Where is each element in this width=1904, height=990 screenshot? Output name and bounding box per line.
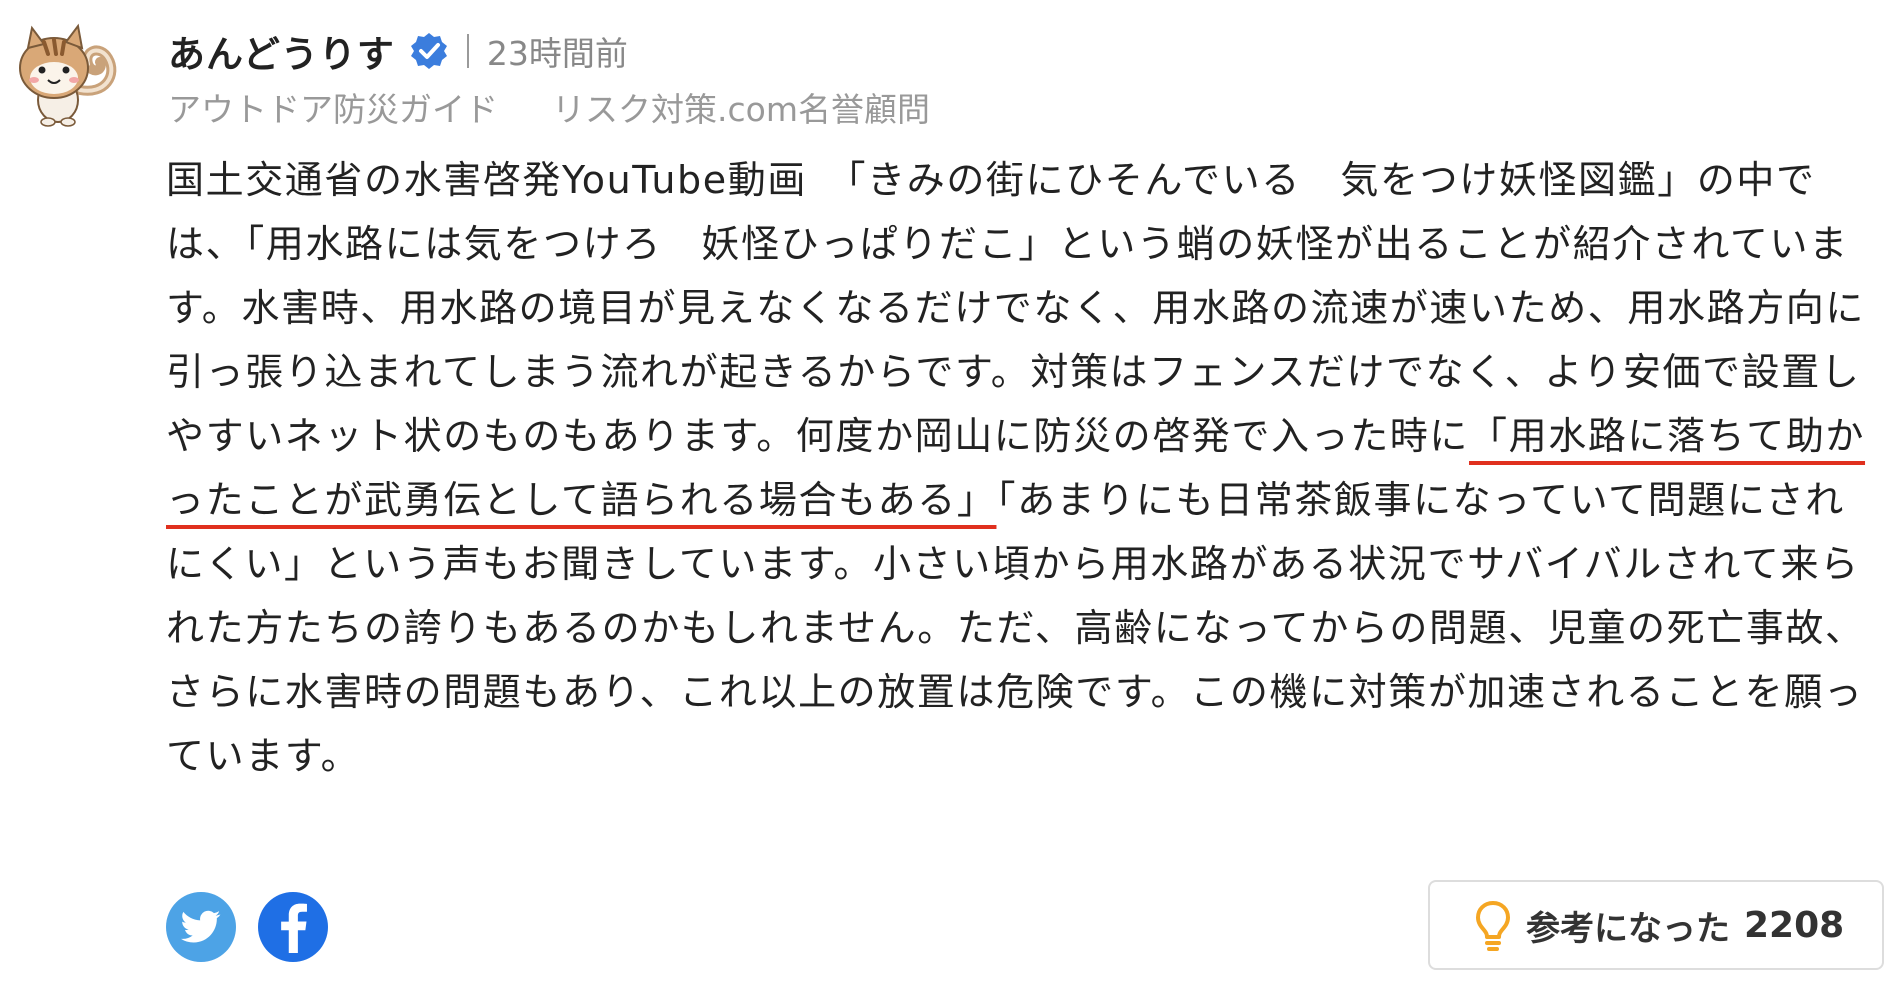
twitter-share-button[interactable]	[166, 892, 236, 962]
comment-text-part-1: 国土交通省の水害啓発YouTube動画 「きみの街にひそんでいる 気をつけ妖怪図…	[166, 158, 1866, 458]
squirrel-avatar-icon	[19, 23, 117, 127]
author-title-1: アウトドア防災ガイド	[168, 90, 498, 129]
verified-badge-icon	[409, 31, 449, 71]
comment-header: あんどうりす 23時間前 アウトドア防災ガイド リスク対策.com名誉顧問	[168, 26, 1874, 130]
comment-timestamp: 23時間前	[486, 34, 628, 73]
comment-text: 国土交通省の水害啓発YouTube動画 「きみの街にひそんでいる 気をつけ妖怪図…	[166, 148, 1866, 788]
facebook-share-button[interactable]	[258, 892, 328, 962]
author-titles: アウトドア防災ガイド リスク対策.com名誉顧問	[168, 84, 1874, 130]
helpful-button[interactable]: 参考になった 2208	[1428, 880, 1884, 970]
author-row: あんどうりす 23時間前	[168, 26, 1874, 76]
twitter-icon	[181, 910, 221, 943]
comment-text-part-2: 「あまりにも日常茶飯事になっていて問題にされにくい」という声もお聞きしています。…	[166, 478, 1865, 778]
helpful-count: 2208	[1744, 904, 1845, 946]
author-avatar[interactable]	[10, 20, 120, 130]
helpful-label: 参考になった	[1526, 908, 1730, 949]
facebook-icon	[281, 903, 307, 953]
author-title-2: リスク対策.com名誉顧問	[552, 90, 930, 129]
header-divider	[466, 34, 469, 68]
author-name[interactable]: あんどうりす	[168, 24, 395, 78]
share-buttons	[166, 892, 328, 962]
lightbulb-icon	[1476, 901, 1510, 951]
